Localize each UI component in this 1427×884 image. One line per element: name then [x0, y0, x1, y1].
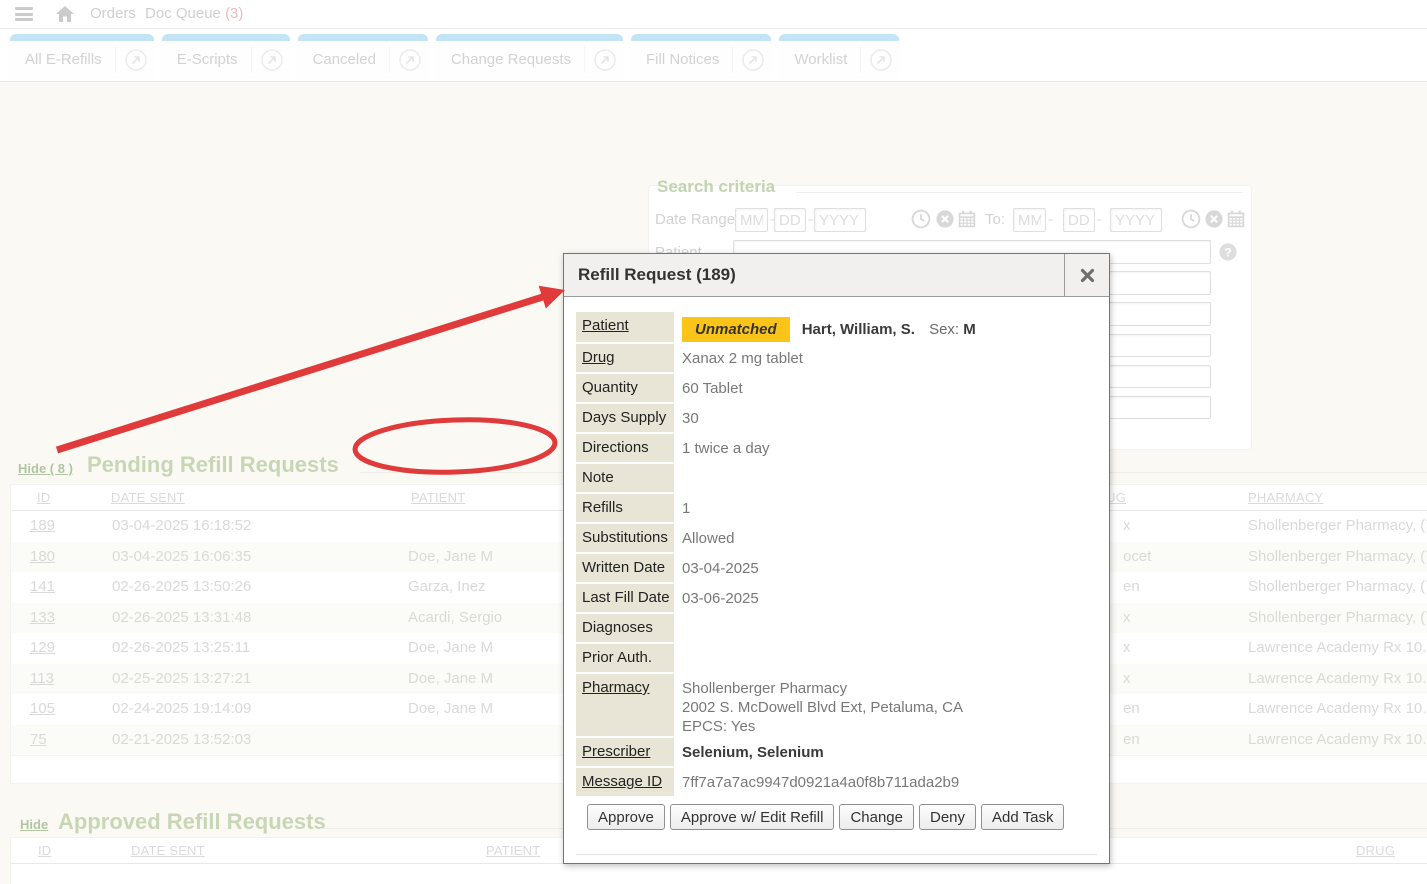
detail-value-days-supply: 30	[674, 404, 699, 432]
detail-row-patient: Patient Unmatched Hart, William, S. Sex: M	[576, 312, 1097, 342]
detail-value-text: Allowed	[682, 530, 735, 547]
detail-row-quantity: Quantity 60 Tablet	[576, 374, 1097, 402]
detail-value-drug: Xanax 2 mg tablet	[674, 344, 803, 372]
approve-button[interactable]: Approve	[587, 804, 665, 830]
detail-value-text: Xanax 2 mg tablet	[682, 350, 803, 367]
detail-row-days-supply: Days Supply 30	[576, 404, 1097, 432]
detail-value-prior-auth	[674, 644, 682, 672]
detail-value-pharmacy: Shollenberger Pharmacy2002 S. McDowell B…	[674, 674, 963, 736]
detail-label-directions: Directions	[576, 434, 674, 462]
detail-row-drug: Drug Xanax 2 mg tablet	[576, 344, 1097, 372]
change-button[interactable]: Change	[839, 804, 914, 830]
detail-value-text: 03-06-2025	[682, 590, 759, 607]
detail-value-written-date: 03-04-2025	[674, 554, 759, 582]
detail-label-written-date: Written Date	[576, 554, 674, 582]
detail-value-quantity: 60 Tablet	[674, 374, 743, 402]
detail-label-days-supply: Days Supply	[576, 404, 674, 432]
detail-value-line: 2002 S. McDowell Blvd Ext, Petaluma, CA	[682, 698, 963, 717]
detail-value-line: Shollenberger Pharmacy	[682, 679, 963, 698]
detail-label-diagnoses: Diagnoses	[576, 614, 674, 642]
deny-button[interactable]: Deny	[919, 804, 976, 830]
detail-label-quantity: Quantity	[576, 374, 674, 402]
detail-row-prescriber: Prescriber Selenium, Selenium	[576, 738, 1097, 766]
detail-value-last-fill-date: 03-06-2025	[674, 584, 759, 612]
detail-row-substitutions: Substitutions Allowed	[576, 524, 1097, 552]
detail-label-substitutions: Substitutions	[576, 524, 674, 552]
detail-value-text: 1 twice a day	[682, 440, 770, 457]
dialog-button-row: ApproveApprove w/ Edit RefillChangeDenyA…	[587, 804, 1097, 830]
detail-value-text: Selenium, Selenium	[682, 744, 824, 761]
detail-label-drug[interactable]: Drug	[576, 344, 674, 372]
detail-label-refills: Refills	[576, 494, 674, 522]
detail-label-note: Note	[576, 464, 674, 492]
detail-label-message-id[interactable]: Message ID	[576, 768, 674, 796]
detail-row-prior-auth: Prior Auth.	[576, 644, 1097, 672]
detail-row-message-id: Message ID 7ff7a7a7ac9947d0921a4a0f8b711a…	[576, 768, 1097, 796]
refill-requests-page: Orders Doc Queue (3) All E-Refills E-Scr…	[0, 0, 1427, 884]
detail-row-directions: Directions 1 twice a day	[576, 434, 1097, 462]
refill-request-dialog: Refill Request (189) Patient Unmatched Har…	[563, 253, 1110, 864]
detail-value-text: 1	[682, 500, 690, 517]
dialog-footer-divider	[576, 854, 1097, 875]
approve-w-edit-refill-button[interactable]: Approve w/ Edit Refill	[670, 804, 835, 830]
detail-value-text: 60 Tablet	[682, 380, 743, 397]
detail-label-pharmacy[interactable]: Pharmacy	[576, 674, 674, 736]
dialog-header: Refill Request (189)	[564, 254, 1109, 297]
detail-row-refills: Refills 1	[576, 494, 1097, 522]
detail-label-prescriber[interactable]: Prescriber	[576, 738, 674, 766]
dialog-body: Patient Unmatched Hart, William, S. Sex: M…	[564, 297, 1109, 875]
detail-value-line: EPCS: Yes	[682, 717, 963, 736]
detail-value-patient: Unmatched Hart, William, S. Sex: M	[674, 312, 976, 342]
detail-row-pharmacy: PharmacyShollenberger Pharmacy2002 S. Mc…	[576, 674, 1097, 736]
detail-row-diagnoses: Diagnoses	[576, 614, 1097, 642]
detail-row-last-fill-date: Last Fill Date 03-06-2025	[576, 584, 1097, 612]
add-task-button[interactable]: Add Task	[981, 804, 1064, 830]
detail-value-substitutions: Allowed	[674, 524, 735, 552]
sex-value: M	[963, 321, 976, 338]
detail-value-text: 03-04-2025	[682, 560, 759, 577]
detail-row-written-date: Written Date 03-04-2025	[576, 554, 1097, 582]
detail-value-text: Hart, William, S.	[802, 321, 915, 338]
detail-label-prior-auth: Prior Auth.	[576, 644, 674, 672]
detail-value-text: 7ff7a7a7ac9947d0921a4a0f8b711ada2b9	[682, 774, 959, 791]
close-icon[interactable]	[1064, 254, 1109, 296]
detail-label-last-fill-date: Last Fill Date	[576, 584, 674, 612]
detail-row-note: Note	[576, 464, 1097, 492]
dialog-title: Refill Request (189)	[564, 254, 1064, 296]
unmatched-badge: Unmatched	[682, 317, 790, 342]
sex-label: Sex:	[925, 321, 963, 338]
detail-value-text: 30	[682, 410, 699, 427]
detail-value-note	[674, 464, 682, 492]
detail-value-prescriber: Selenium, Selenium	[674, 738, 824, 766]
detail-value-message-id: 7ff7a7a7ac9947d0921a4a0f8b711ada2b9	[674, 768, 959, 796]
detail-value-refills: 1	[674, 494, 690, 522]
detail-value-diagnoses	[674, 614, 682, 642]
detail-label-patient[interactable]: Patient	[576, 312, 674, 342]
detail-value-directions: 1 twice a day	[674, 434, 770, 462]
